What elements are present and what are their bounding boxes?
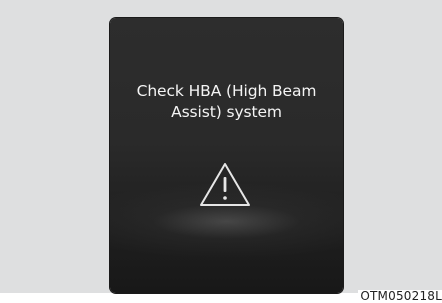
warning-message: Check HBA (High Beam Assist) system bbox=[110, 81, 343, 123]
warning-message-line-2: Assist) system bbox=[171, 103, 282, 121]
warning-message-line-1: Check HBA (High Beam bbox=[136, 82, 317, 100]
figure-code: OTM050218L bbox=[358, 289, 442, 303]
warning-triangle-icon bbox=[200, 163, 250, 206]
cluster-display: Check HBA (High Beam Assist) system bbox=[110, 18, 343, 293]
